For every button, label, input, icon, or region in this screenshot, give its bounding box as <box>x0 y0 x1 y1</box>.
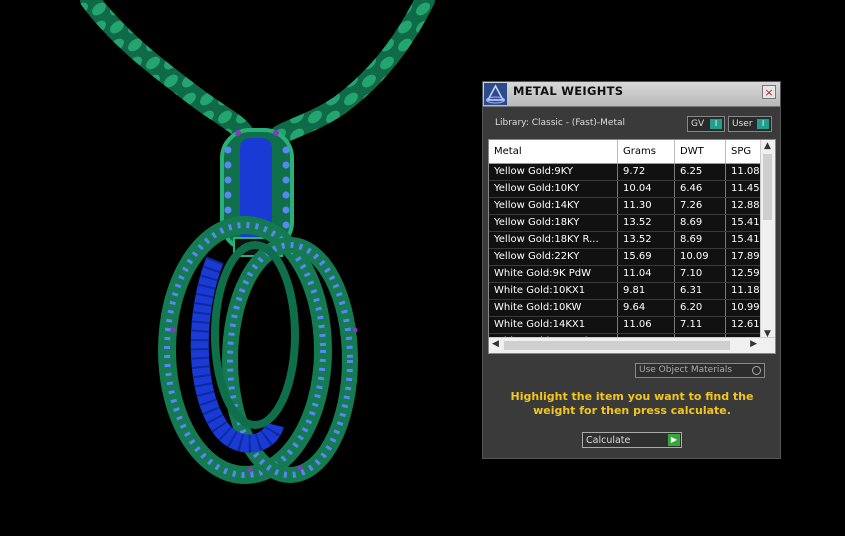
cell-grams: 11.30 <box>618 198 675 214</box>
app-logo-icon <box>484 83 507 105</box>
cell-dwt: 7.26 <box>675 198 726 214</box>
cell-metal: White Gold:9K PdW <box>489 266 618 282</box>
cell-metal: White Gold:14KX1 <box>489 317 618 333</box>
horizontal-scroll-thumb[interactable] <box>504 341 730 350</box>
metal-table[interactable]: Metal Grams DWT SPG Yellow Gold:9KY 9.72 6… <box>488 139 776 354</box>
panel-title: METAL WEIGHTS <box>513 84 624 98</box>
table-row[interactable]: Yellow Gold:18KY 13.52 8.69 15.41 <box>489 215 761 232</box>
use-object-materials-label: Use Object Materials <box>639 365 733 375</box>
table-row[interactable]: White Gold:10KX1 9.81 6.31 11.18 <box>489 283 761 300</box>
metal-weights-panel: METAL WEIGHTS × Library: Classic - (Fast… <box>482 81 781 459</box>
cell-metal: Yellow Gold:22KY <box>489 249 618 265</box>
table-header: Metal Grams DWT SPG <box>489 140 761 164</box>
gv-toggle[interactable]: GV I <box>687 116 725 132</box>
table-row[interactable]: Yellow Gold:18KY R... 13.52 8.69 15.41 <box>489 232 761 249</box>
cell-grams: 10.04 <box>618 181 675 197</box>
radio-icon[interactable] <box>752 366 761 375</box>
close-button[interactable]: × <box>762 85 776 99</box>
3d-viewport[interactable] <box>0 0 480 532</box>
table-row[interactable]: Yellow Gold:22KY 15.69 10.09 17.89 <box>489 249 761 266</box>
gv-toggle-indicator: I <box>710 119 722 129</box>
table-row[interactable]: Yellow Gold:14KY 11.30 7.26 12.88 <box>489 198 761 215</box>
cell-metal: Yellow Gold:14KY <box>489 198 618 214</box>
panel-titlebar[interactable]: METAL WEIGHTS × <box>483 82 780 107</box>
cell-metal: Yellow Gold:10KY <box>489 181 618 197</box>
cell-grams: 9.72 <box>618 164 675 180</box>
pendant-model <box>80 0 435 484</box>
table-row[interactable]: Yellow Gold:10KY 10.04 6.46 11.45 <box>489 181 761 198</box>
cell-grams: 9.81 <box>618 283 675 299</box>
cell-dwt: 8.69 <box>675 215 726 231</box>
chain-left <box>80 0 255 145</box>
cell-dwt: 7.11 <box>675 317 726 333</box>
user-toggle-indicator: I <box>757 119 769 129</box>
cell-dwt: 6.25 <box>675 164 726 180</box>
calculate-label: Calculate <box>586 435 631 446</box>
cell-grams: 15.69 <box>618 249 675 265</box>
cell-dwt: 8.69 <box>675 232 726 248</box>
cell-metal: White Gold:10KX1 <box>489 283 618 299</box>
cell-dwt: 7.10 <box>675 266 726 282</box>
use-object-materials-option[interactable]: Use Object Materials <box>635 363 765 378</box>
cell-dwt: 6.46 <box>675 181 726 197</box>
library-label: Library: Classic - (Fast)-Metal <box>495 118 626 128</box>
horizontal-scrollbar[interactable]: ◀ ▶ <box>489 337 775 353</box>
cell-dwt: 6.31 <box>675 283 726 299</box>
scroll-up-icon[interactable]: ▲ <box>764 141 771 151</box>
table-body: Yellow Gold:9KY 9.72 6.25 11.08 Yellow Gold:… <box>489 164 761 351</box>
play-icon: ▶ <box>668 434 680 446</box>
column-header-grams[interactable]: Grams <box>618 140 675 163</box>
cell-metal: Yellow Gold:9KY <box>489 164 618 180</box>
cell-grams: 11.04 <box>618 266 675 282</box>
gv-toggle-label: GV <box>691 119 705 129</box>
chain-right <box>270 0 435 145</box>
cell-grams: 13.52 <box>618 215 675 231</box>
hint-text: Highlight the item you want to find the … <box>510 390 754 417</box>
cell-metal: White Gold:10KW <box>489 300 618 316</box>
user-toggle[interactable]: User I <box>728 116 772 132</box>
cell-grams: 13.52 <box>618 232 675 248</box>
vertical-scroll-thumb[interactable] <box>763 154 772 220</box>
calculate-button[interactable]: Calculate ▶ <box>582 432 682 448</box>
table-row[interactable]: White Gold:10KW 9.64 6.20 10.99 <box>489 300 761 317</box>
cell-metal: Yellow Gold:18KY R... <box>489 232 618 248</box>
column-header-dwt[interactable]: DWT <box>675 140 726 163</box>
cell-metal: Yellow Gold:18KY <box>489 215 618 231</box>
cell-grams: 11.06 <box>618 317 675 333</box>
vertical-scrollbar[interactable]: ▲ ▼ <box>760 140 775 340</box>
table-row[interactable]: White Gold:9K PdW 11.04 7.10 12.59 <box>489 266 761 283</box>
scroll-right-icon[interactable]: ▶ <box>750 339 757 349</box>
cell-grams: 9.64 <box>618 300 675 316</box>
cell-dwt: 10.09 <box>675 249 726 265</box>
table-row[interactable]: Yellow Gold:9KY 9.72 6.25 11.08 <box>489 164 761 181</box>
scroll-left-icon[interactable]: ◀ <box>492 339 499 349</box>
cell-dwt: 6.20 <box>675 300 726 316</box>
table-row[interactable]: White Gold:14KX1 11.06 7.11 12.61 <box>489 317 761 334</box>
column-header-metal[interactable]: Metal <box>489 140 618 163</box>
user-toggle-label: User <box>732 119 753 129</box>
